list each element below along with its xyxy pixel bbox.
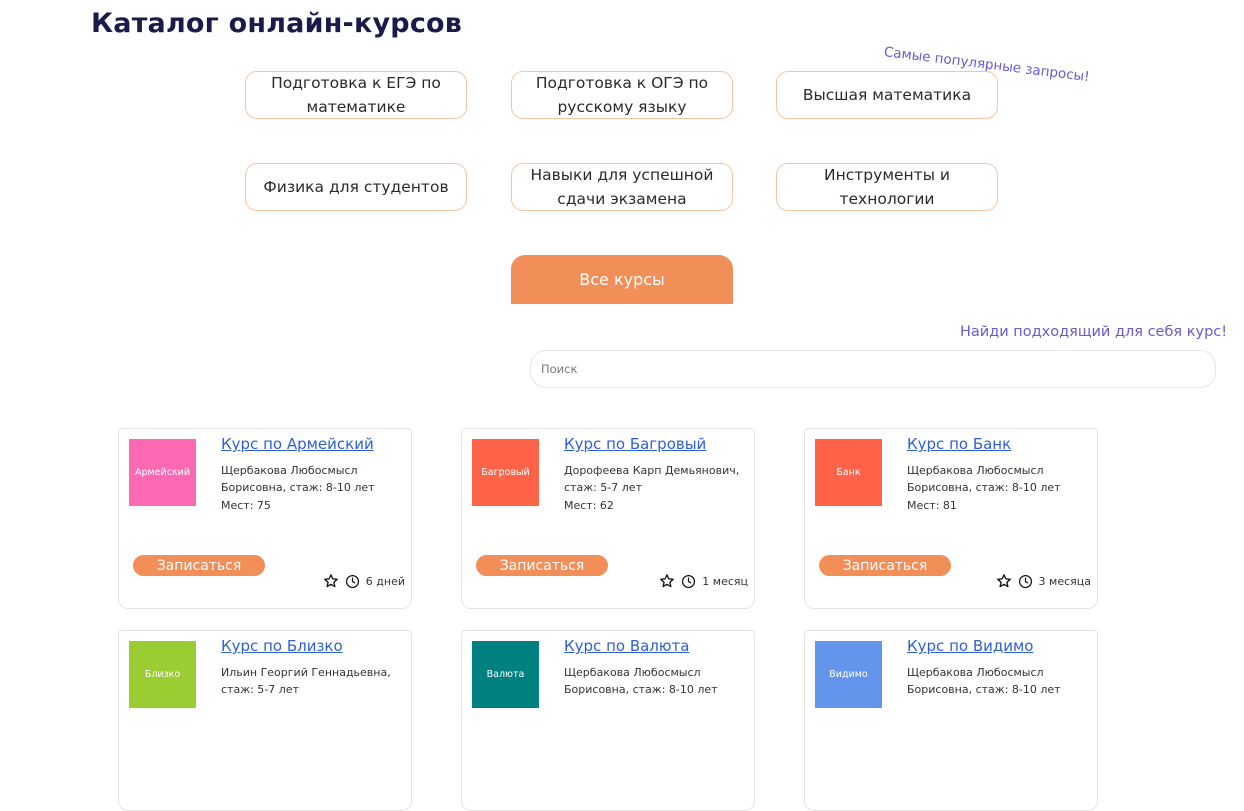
chip-label: Высшая математика xyxy=(802,86,972,104)
thumbnail-label: Видимо xyxy=(829,669,868,680)
chip-label: Инструменты и xyxy=(824,166,950,184)
teacher-line: Щербакова Любосмысл xyxy=(564,666,701,679)
course-duration: 3 месяца xyxy=(1038,574,1091,588)
course-meta: 3 месяца xyxy=(996,573,1091,589)
seats-count: Мест: 75 xyxy=(221,499,271,512)
course-title-link[interactable]: Курс по Видимо xyxy=(907,637,1033,655)
teacher-info: Щербакова Любосмысл Борисовна, стаж: 8-1… xyxy=(221,463,406,496)
teacher-info: Щербакова Любосмысл Борисовна, стаж: 8-1… xyxy=(907,463,1092,496)
teacher-line: стаж: 5-7 лет xyxy=(221,682,299,696)
teacher-line: Ильин Георгий Геннадьевна, xyxy=(221,666,391,679)
teacher-line: Дорофеева Карп Демьянович, xyxy=(564,464,740,477)
course-card: Армейский Курс по Армейский Щербакова Лю… xyxy=(118,428,412,609)
chip-physics[interactable]: Физика для студентов xyxy=(245,163,467,211)
course-thumbnail: Армейский xyxy=(129,439,196,506)
star-outline-icon[interactable] xyxy=(323,573,339,589)
course-thumbnail: Банк xyxy=(815,439,882,506)
all-courses-button[interactable]: Все курсы xyxy=(511,255,733,304)
course-title-link[interactable]: Курс по Армейский xyxy=(221,435,374,453)
course-card: Валюта Курс по Валюта Щербакова Любосмыс… xyxy=(461,630,755,811)
course-duration: 6 дней xyxy=(365,574,405,588)
chip-label: русскому языку xyxy=(557,98,687,116)
enroll-button[interactable]: Записаться xyxy=(819,555,951,576)
course-title-link[interactable]: Курс по Валюта xyxy=(564,637,689,655)
teacher-info: Щербакова Любосмысл Борисовна, стаж: 8-1… xyxy=(907,665,1092,698)
course-title-link[interactable]: Курс по Близко xyxy=(221,637,343,655)
clock-icon xyxy=(681,574,696,589)
thumbnail-label: Близко xyxy=(144,669,181,680)
enroll-button[interactable]: Записаться xyxy=(133,555,265,576)
chip-label: технологии xyxy=(839,190,935,208)
teacher-line: Щербакова Любосмысл xyxy=(907,464,1044,477)
course-title-link[interactable]: Курс по Багровый xyxy=(564,435,706,453)
search-input[interactable] xyxy=(530,350,1216,388)
star-outline-icon[interactable] xyxy=(996,573,1012,589)
teacher-line: Борисовна, стаж: 8-10 лет xyxy=(221,480,375,494)
thumbnail-label: Багровый xyxy=(481,467,530,478)
chip-label: Навыки для успешной xyxy=(530,166,714,184)
course-thumbnail: Багровый xyxy=(472,439,539,506)
course-thumbnail: Валюта xyxy=(472,641,539,708)
chip-label: сдачи экзамена xyxy=(557,190,687,208)
chip-label: Физика для студентов xyxy=(263,178,449,196)
teacher-line: Борисовна, стаж: 8-10 лет xyxy=(907,480,1061,494)
teacher-line: Борисовна, стаж: 8-10 лет xyxy=(907,682,1061,696)
course-duration: 1 месяц xyxy=(702,574,748,588)
teacher-info: Щербакова Любосмысл Борисовна, стаж: 8-1… xyxy=(564,665,749,698)
teacher-line: Щербакова Любосмысл xyxy=(221,464,358,477)
chip-tools[interactable]: Инструменты и технологии xyxy=(776,163,998,211)
teacher-line: стаж: 5-7 лет xyxy=(564,480,642,494)
chip-higher-math[interactable]: Высшая математика xyxy=(776,71,998,119)
clock-icon xyxy=(345,574,360,589)
teacher-line: Борисовна, стаж: 8-10 лет xyxy=(564,682,718,696)
page-title: Каталог онлайн-курсов xyxy=(91,8,463,39)
star-outline-icon[interactable] xyxy=(659,573,675,589)
teacher-info: Ильин Георгий Геннадьевна, стаж: 5-7 лет xyxy=(221,665,406,698)
course-thumbnail: Видимо xyxy=(815,641,882,708)
chip-oge-russian[interactable]: Подготовка к ОГЭ по русскому языку xyxy=(511,71,733,119)
seats-count: Мест: 81 xyxy=(907,499,957,512)
chip-ege-math[interactable]: Подготовка к ЕГЭ по математике xyxy=(245,71,467,119)
course-thumbnail: Близко xyxy=(129,641,196,708)
teacher-line: Щербакова Любосмысл xyxy=(907,666,1044,679)
thumbnail-label: Армейский xyxy=(134,467,191,478)
seats-count: Мест: 62 xyxy=(564,499,614,512)
chip-label: Подготовка к ОГЭ по xyxy=(535,74,709,92)
thumbnail-label: Валюта xyxy=(486,669,525,680)
course-card: Близко Курс по Близко Ильин Георгий Генн… xyxy=(118,630,412,811)
thumbnail-label: Банк xyxy=(836,467,861,478)
course-title-link[interactable]: Курс по Банк xyxy=(907,435,1011,453)
enroll-button[interactable]: Записаться xyxy=(476,555,608,576)
chip-exam-skills[interactable]: Навыки для успешной сдачи экзамена xyxy=(511,163,733,211)
teacher-info: Дорофеева Карп Демьянович, стаж: 5-7 лет xyxy=(564,463,749,496)
course-card: Видимо Курс по Видимо Щербакова Любосмыс… xyxy=(804,630,1098,811)
course-card: Багровый Курс по Багровый Дорофеева Карп… xyxy=(461,428,755,609)
course-meta: 1 месяц xyxy=(659,573,748,589)
chip-label: Подготовка к ЕГЭ по xyxy=(271,74,441,92)
chip-label: математике xyxy=(306,98,406,116)
find-course-note: Найди подходящий для себя курс! xyxy=(960,324,1228,340)
course-meta: 6 дней xyxy=(323,573,405,589)
clock-icon xyxy=(1018,574,1033,589)
course-card: Банк Курс по Банк Щербакова Любосмысл Бо… xyxy=(804,428,1098,609)
